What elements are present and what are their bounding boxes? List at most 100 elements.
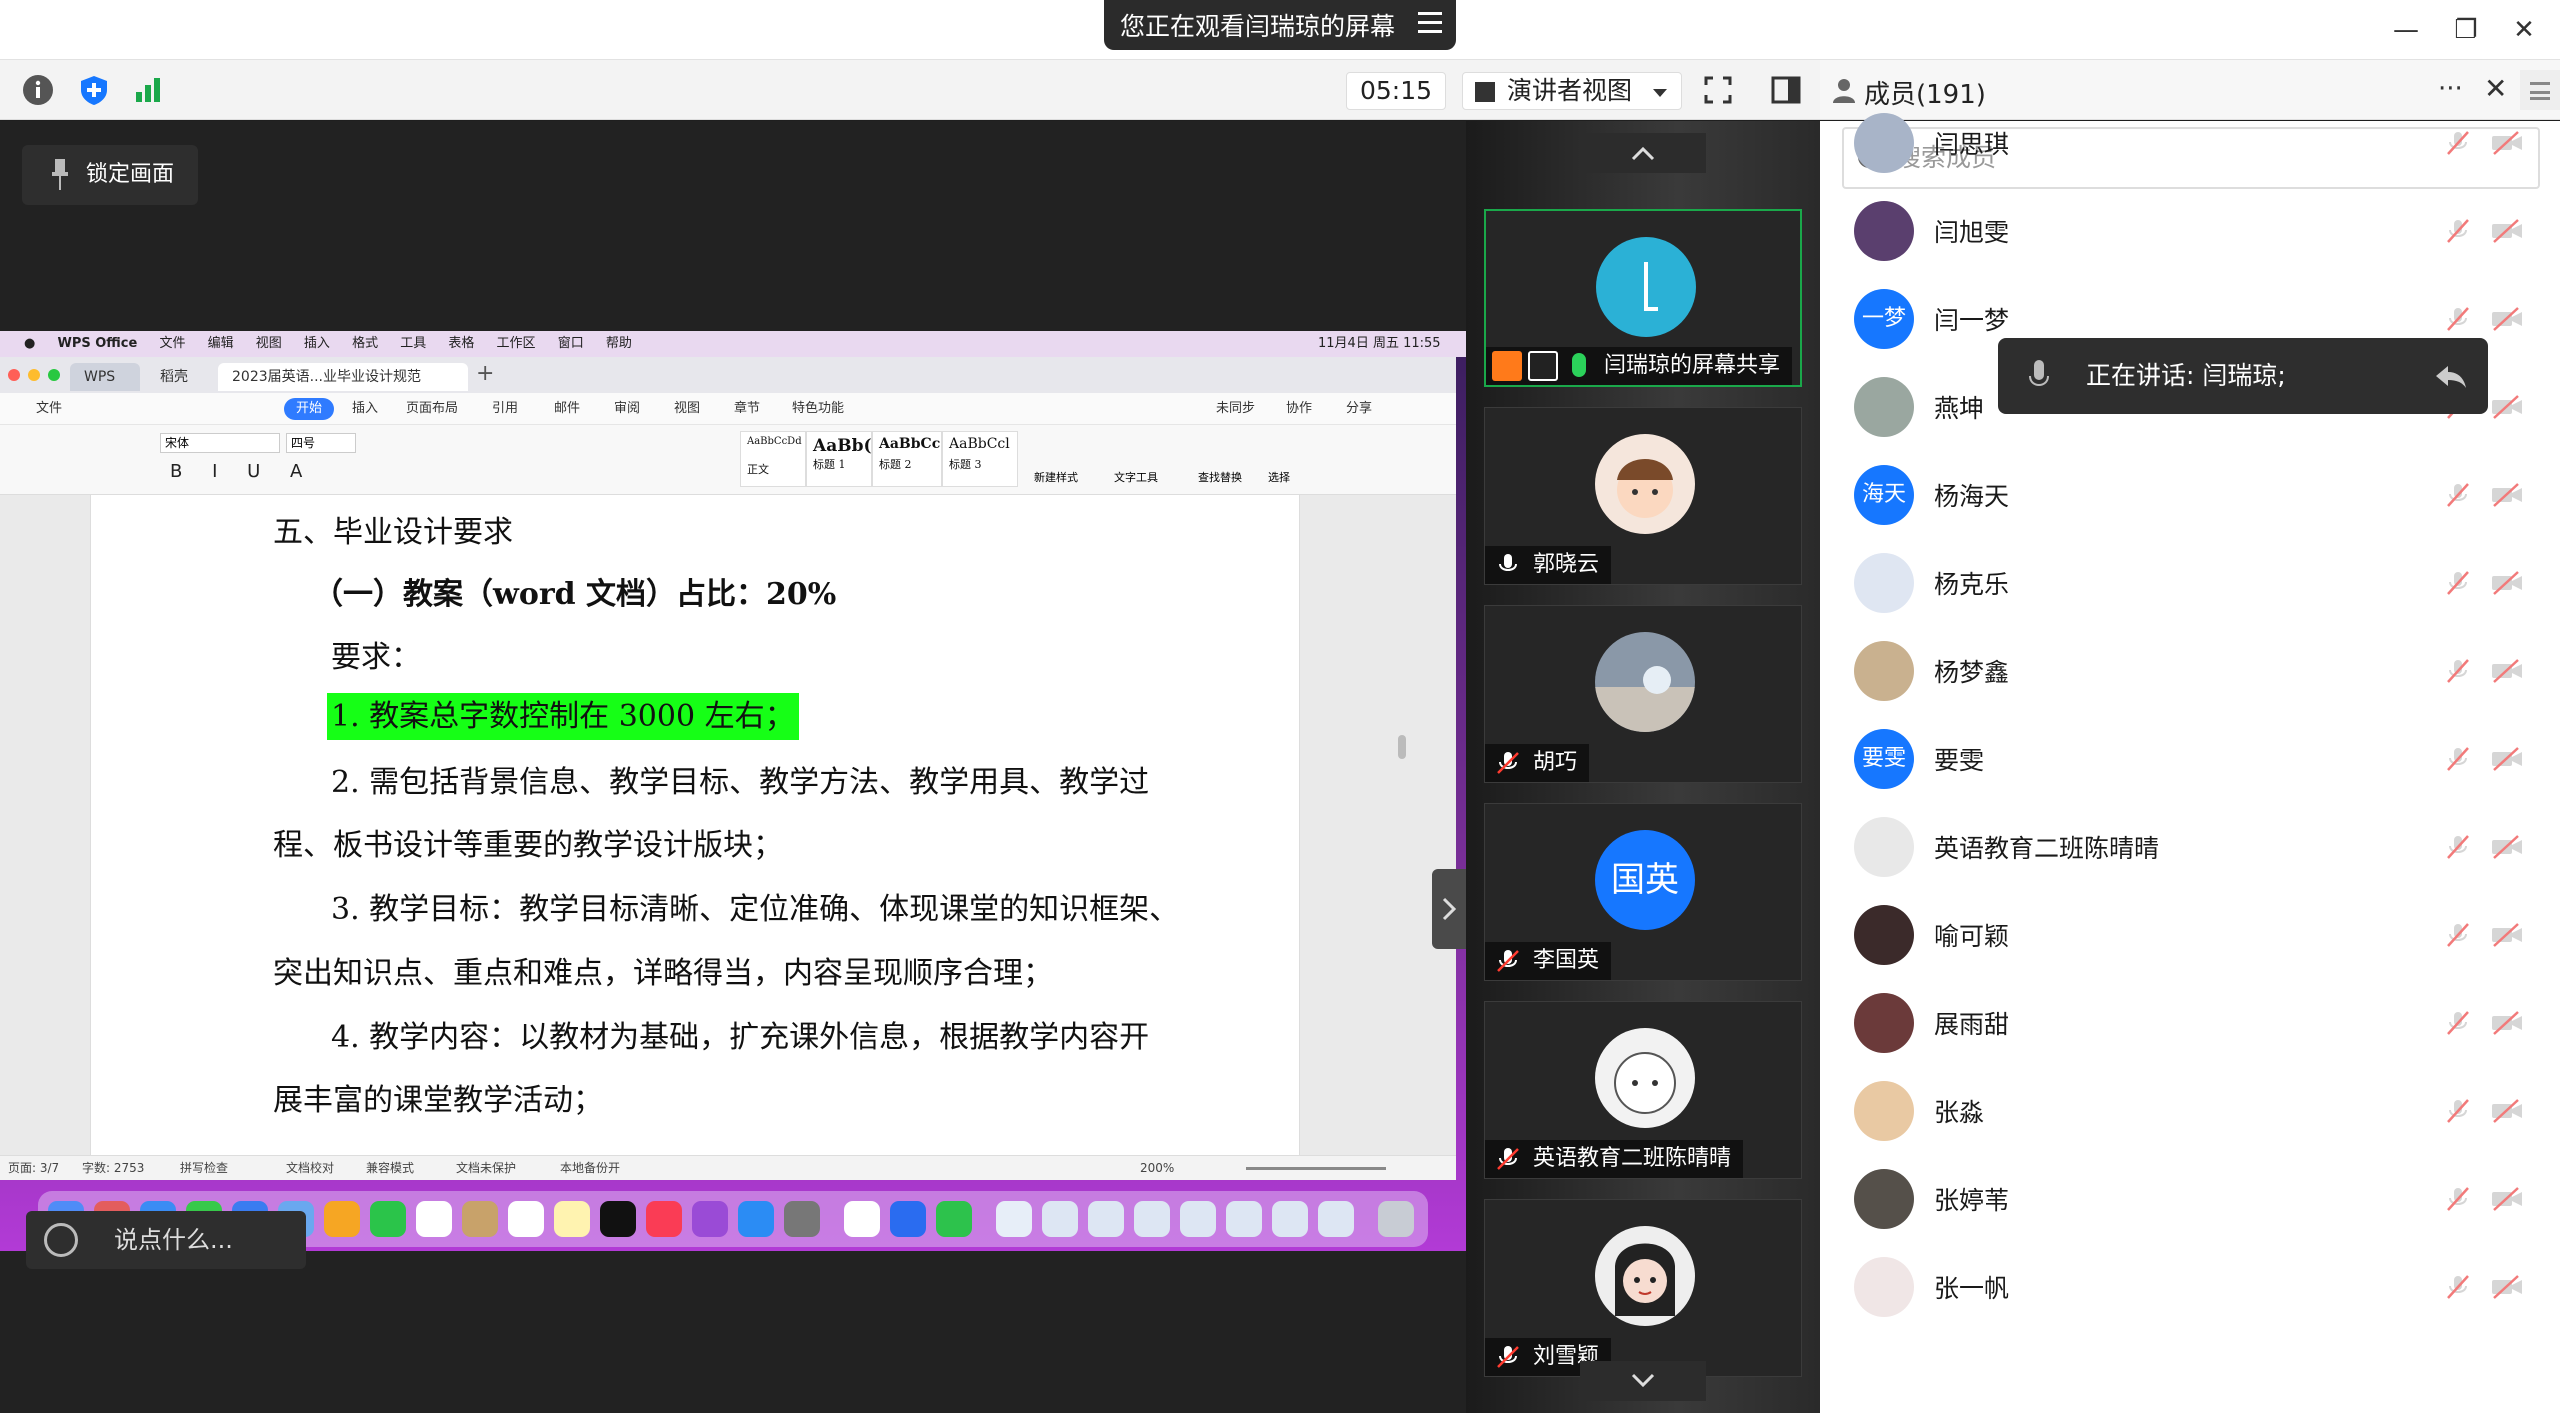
lark-icon[interactable] bbox=[890, 1201, 926, 1237]
camera-off-icon[interactable] bbox=[2490, 219, 2524, 243]
zoom-level[interactable]: 200% bbox=[1140, 1156, 1174, 1181]
wps-icon[interactable] bbox=[844, 1201, 880, 1237]
document-icon[interactable] bbox=[996, 1201, 1032, 1237]
reminders-icon[interactable] bbox=[508, 1201, 544, 1237]
mac-menu-workspace[interactable]: 工作区 bbox=[497, 336, 536, 351]
mic-muted-icon[interactable] bbox=[2444, 305, 2472, 333]
mac-menu-app[interactable]: WPS Office bbox=[57, 336, 137, 351]
size-select[interactable]: 四号 bbox=[286, 433, 356, 453]
document-page[interactable]: 五、毕业设计要求 （一）教案（word 文档）占比：20% 要求： 1. 教案总… bbox=[90, 495, 1300, 1155]
minimize-dot[interactable] bbox=[28, 369, 40, 381]
podcasts-icon[interactable] bbox=[692, 1201, 728, 1237]
mic-muted-icon[interactable] bbox=[2444, 1273, 2472, 1301]
document-icon[interactable] bbox=[1318, 1201, 1354, 1237]
mac-menu-help[interactable]: 帮助 bbox=[606, 336, 632, 351]
wps-menu-review[interactable]: 审阅 bbox=[614, 393, 640, 425]
video-tile[interactable]: 郭晓云 bbox=[1484, 407, 1802, 585]
mac-menu-format[interactable]: 格式 bbox=[352, 336, 378, 351]
mic-muted-icon[interactable] bbox=[2444, 129, 2472, 157]
wps-menu-chapter[interactable]: 章节 bbox=[734, 393, 760, 425]
close-dot[interactable] bbox=[8, 369, 20, 381]
camera-off-icon[interactable] bbox=[2490, 307, 2524, 331]
mac-menu-window[interactable]: 窗口 bbox=[558, 336, 584, 351]
lock-screen-button[interactable]: 锁定画面 bbox=[22, 145, 198, 205]
video-tile[interactable]: 刘雪颖 bbox=[1484, 1199, 1802, 1377]
status-page[interactable]: 页面: 3/7 bbox=[8, 1156, 59, 1181]
document-icon[interactable] bbox=[1226, 1201, 1262, 1237]
member-row[interactable]: 杨克乐 bbox=[1820, 539, 2560, 627]
wps-menu-mail[interactable]: 邮件 bbox=[554, 393, 580, 425]
document-icon[interactable] bbox=[1088, 1201, 1124, 1237]
calendar-icon[interactable] bbox=[416, 1201, 452, 1237]
facetime-icon[interactable] bbox=[370, 1201, 406, 1237]
member-row[interactable]: 张一帆 bbox=[1820, 1243, 2560, 1331]
member-row[interactable]: 喻可颖 bbox=[1820, 891, 2560, 979]
tab-docer[interactable]: 稻壳 bbox=[146, 363, 212, 391]
status-proof[interactable]: 文档校对 bbox=[286, 1156, 334, 1181]
document-icon[interactable] bbox=[1134, 1201, 1170, 1237]
mic-muted-icon[interactable] bbox=[2444, 217, 2472, 245]
mac-menu-tools[interactable]: 工具 bbox=[400, 336, 426, 351]
format-buttons[interactable]: B I U A bbox=[170, 461, 314, 482]
style-h3[interactable]: AaBbCcl 标题 3 bbox=[942, 431, 1018, 487]
camera-off-icon[interactable] bbox=[2490, 747, 2524, 771]
video-tile-screenshare[interactable]: 闫瑞琼的屏幕共享 bbox=[1484, 209, 1802, 387]
camera-off-icon[interactable] bbox=[2490, 1275, 2524, 1299]
settings-icon[interactable] bbox=[784, 1201, 820, 1237]
close-button[interactable]: ✕ bbox=[2504, 12, 2544, 48]
new-style-button[interactable]: 新建样式 bbox=[1034, 469, 1078, 485]
scroll-down-button[interactable] bbox=[1580, 1361, 1706, 1401]
document-icon[interactable] bbox=[1180, 1201, 1216, 1237]
mic-muted-icon[interactable] bbox=[2444, 745, 2472, 773]
member-row[interactable]: 闫思琪 bbox=[1820, 99, 2560, 187]
mic-muted-icon[interactable] bbox=[2444, 481, 2472, 509]
wps-menu-home[interactable]: 开始 bbox=[284, 398, 335, 420]
minimize-button[interactable]: — bbox=[2386, 12, 2426, 48]
mic-muted-icon[interactable] bbox=[2444, 1185, 2472, 1213]
style-h2[interactable]: AaBbCc 标题 2 bbox=[872, 431, 942, 487]
mic-muted-icon[interactable] bbox=[2444, 1009, 2472, 1037]
mic-muted-icon[interactable] bbox=[2444, 657, 2472, 685]
member-row[interactable]: 海天 杨海天 bbox=[1820, 451, 2560, 539]
camera-off-icon[interactable] bbox=[2490, 659, 2524, 683]
camera-off-icon[interactable] bbox=[2490, 1187, 2524, 1211]
fullscreen-icon[interactable] bbox=[1700, 72, 1736, 108]
member-row[interactable]: 杨梦鑫 bbox=[1820, 627, 2560, 715]
photos-icon[interactable] bbox=[324, 1201, 360, 1237]
camera-off-icon[interactable] bbox=[2490, 1011, 2524, 1035]
sidebar-toggle-icon[interactable] bbox=[1768, 72, 1804, 108]
tab-document[interactable]: 2023届英语...业毕业设计规范 bbox=[218, 363, 468, 391]
video-tile[interactable]: 英语教育二班陈晴晴 bbox=[1484, 1001, 1802, 1179]
document-icon[interactable] bbox=[1272, 1201, 1308, 1237]
style-normal[interactable]: AaBbCcDd 正文 bbox=[740, 431, 806, 487]
wps-menu-references[interactable]: 引用 bbox=[492, 393, 518, 425]
member-row[interactable]: 张婷苇 bbox=[1820, 1155, 2560, 1243]
maximize-button[interactable]: ❐ bbox=[2446, 12, 2486, 48]
video-tile[interactable]: 胡巧 bbox=[1484, 605, 1802, 783]
wps-menu-special[interactable]: 特色功能 bbox=[792, 393, 844, 425]
appstore-icon[interactable] bbox=[738, 1201, 774, 1237]
collab-button[interactable]: 协作 bbox=[1286, 393, 1312, 425]
font-select[interactable]: 宋体 bbox=[160, 433, 280, 453]
share-button[interactable]: 分享 bbox=[1346, 393, 1372, 425]
member-row[interactable]: 要雯 要雯 bbox=[1820, 715, 2560, 803]
camera-off-icon[interactable] bbox=[2490, 571, 2524, 595]
wps-menu-insert[interactable]: 插入 bbox=[352, 393, 378, 425]
info-icon[interactable] bbox=[20, 72, 56, 108]
scroll-up-button[interactable] bbox=[1580, 133, 1706, 173]
member-row[interactable]: 展雨甜 bbox=[1820, 979, 2560, 1067]
chat-input[interactable]: 说点什么... bbox=[26, 1211, 306, 1269]
member-row[interactable]: 闫旭雯 bbox=[1820, 187, 2560, 275]
mic-muted-icon[interactable] bbox=[2444, 1097, 2472, 1125]
select-button[interactable]: 选择 bbox=[1268, 469, 1290, 485]
trash-icon[interactable] bbox=[1378, 1201, 1414, 1237]
mac-menu-table[interactable]: 表格 bbox=[448, 336, 474, 351]
status-words[interactable]: 字数: 2753 bbox=[82, 1156, 144, 1181]
style-h1[interactable]: AaBb(标题 1 bbox=[806, 431, 872, 487]
collapse-strip-button[interactable] bbox=[1432, 869, 1466, 949]
mic-muted-icon[interactable] bbox=[2444, 569, 2472, 597]
mac-menu-view[interactable]: 视图 bbox=[256, 336, 282, 351]
member-row[interactable]: 张淼 bbox=[1820, 1067, 2560, 1155]
doc-scrollbar[interactable] bbox=[1396, 495, 1408, 1155]
mac-menu-insert[interactable]: 插入 bbox=[304, 336, 330, 351]
